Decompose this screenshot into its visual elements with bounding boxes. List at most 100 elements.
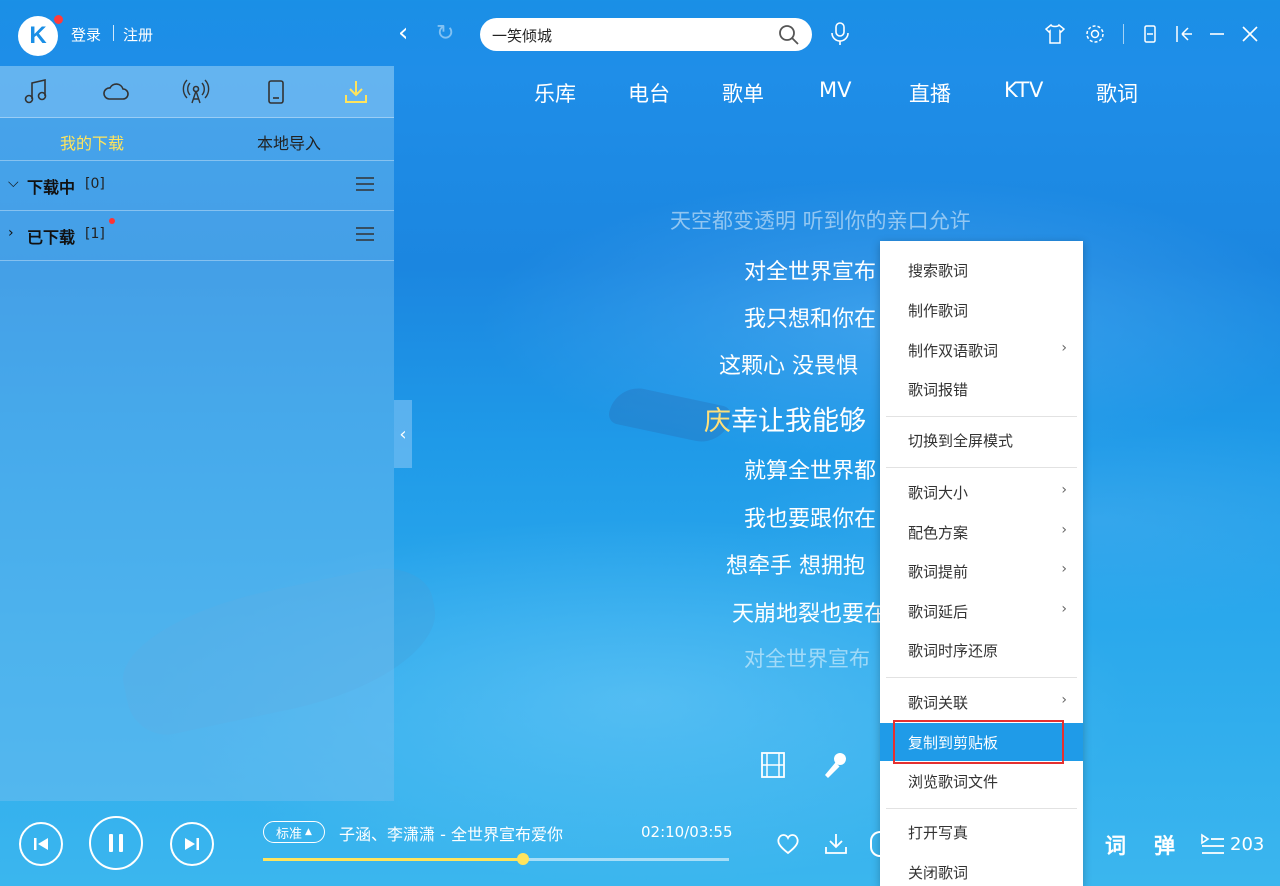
menu-item-make-lyrics[interactable]: 制作歌词	[880, 291, 1083, 329]
close-icon[interactable]	[1238, 22, 1262, 46]
radio-icon[interactable]	[181, 77, 211, 107]
next-icon	[185, 838, 199, 850]
nav-radio[interactable]: 电台	[628, 78, 670, 108]
sub-tabs: 我的下载 本地导入	[0, 118, 394, 161]
progress-knob[interactable]	[516, 853, 529, 865]
menu-item-report-error[interactable]: 歌词报错	[880, 370, 1083, 408]
playlist-count: 203	[1230, 834, 1265, 855]
menu-separator	[886, 467, 1077, 468]
lyric-line: 这颗心 没畏惧	[719, 354, 858, 379]
minimize-icon[interactable]	[1205, 22, 1229, 46]
nav-live[interactable]: 直播	[909, 78, 951, 108]
film-icon[interactable]	[759, 750, 787, 780]
group-name: 已下载	[27, 228, 76, 247]
nav-mv[interactable]: MV	[819, 78, 851, 102]
track-title[interactable]: 子涵、李潇潇 - 全世界宣布爱你	[339, 821, 579, 845]
track-time: 02:10/03:55	[641, 823, 733, 841]
heart-icon[interactable]	[775, 831, 801, 857]
refresh-icon[interactable]: ↻	[436, 21, 460, 47]
group-count: [1]	[85, 226, 105, 242]
caret-up-icon: ▲	[305, 827, 312, 837]
nav-playlists[interactable]: 歌单	[722, 78, 764, 108]
tab-local-import[interactable]: 本地导入	[257, 130, 321, 154]
search-input[interactable]	[492, 24, 762, 46]
pause-icon	[109, 834, 123, 852]
nav-ktv[interactable]: KTV	[1004, 78, 1043, 102]
cloud-icon[interactable]	[101, 77, 131, 107]
lyric-line: 想牵手 想拥抱	[726, 554, 865, 579]
menu-item-lyric-size[interactable]: 歌词大小 ›	[880, 473, 1083, 511]
divider	[1123, 24, 1124, 44]
danmaku-button[interactable]: 弹	[1154, 830, 1175, 860]
mini-mode-icon[interactable]	[1138, 22, 1162, 46]
progress-bar[interactable]	[263, 853, 729, 865]
menu-item-lyric-delay[interactable]: 歌词延后 ›	[880, 592, 1083, 630]
menu-item-lyric-advance[interactable]: 歌词提前 ›	[880, 552, 1083, 590]
menu-item-link-lyrics[interactable]: 歌词关联 ›	[880, 683, 1083, 721]
notification-dot	[54, 15, 63, 24]
lyric-line: 我也要跟你在	[744, 507, 877, 532]
main-nav: 乐库 电台 歌单 MV 直播 KTV 歌词	[534, 78, 1154, 108]
menu-item-fullscreen[interactable]: 切换到全屏模式	[880, 421, 1083, 459]
menu-item-browse-lyric-file[interactable]: 浏览歌词文件	[880, 762, 1083, 800]
pause-button[interactable]	[89, 816, 143, 870]
desktop-lyrics-button[interactable]: 词	[1105, 830, 1126, 860]
chevron-right-icon: ›	[1061, 522, 1067, 538]
context-menu: 搜索歌词 制作歌词 制作双语歌词 › 歌词报错 切换到全屏模式 歌词大小 › 配色方…	[880, 241, 1083, 886]
menu-separator	[886, 677, 1077, 678]
register-link[interactable]: 注册	[123, 24, 153, 45]
chevron-right-icon: ›	[1061, 561, 1067, 577]
chevron-right-icon: ›	[8, 225, 14, 241]
chevron-right-icon: ›	[1061, 482, 1067, 498]
menu-item-reset-timing[interactable]: 歌词时序还原	[880, 631, 1083, 669]
quality-selector[interactable]: 标准 ▲	[263, 821, 325, 843]
previous-icon	[34, 838, 48, 850]
tab-my-downloads[interactable]: 我的下载	[60, 130, 124, 154]
player-bar: 标准 ▲ 子涵、李潇潇 - 全世界宣布爱你 02:10/03:55 词 弹 203	[0, 801, 1280, 886]
back-icon[interactable]: ‹	[398, 20, 422, 48]
login-link[interactable]: 登录	[71, 24, 101, 45]
group-downloading[interactable]: ⌵ 下载中 [0]	[0, 161, 394, 211]
menu-icon[interactable]	[356, 177, 374, 191]
playlist-icon[interactable]	[1200, 832, 1226, 856]
menu-item-color-scheme[interactable]: 配色方案 ›	[880, 513, 1083, 551]
voice-search-icon[interactable]	[828, 21, 852, 47]
gear-icon[interactable]	[1083, 22, 1107, 46]
top-bar: K 登录 注册 ‹ ↻	[0, 0, 1280, 66]
left-tabs	[0, 66, 394, 118]
progress-fill	[263, 858, 523, 861]
search-box	[480, 18, 812, 51]
lyric-unsung-part: 幸让我能够	[731, 406, 866, 437]
quality-label: 标准	[276, 826, 303, 842]
sidebar-toggle-icon[interactable]	[1172, 22, 1196, 46]
previous-track-button[interactable]	[19, 822, 63, 866]
download-icon[interactable]	[823, 831, 849, 857]
microphone-icon[interactable]	[822, 750, 850, 780]
menu-item-bilingual-lyrics[interactable]: 制作双语歌词 ›	[880, 331, 1083, 369]
lyric-line: 就算全世界都	[744, 459, 877, 484]
group-downloaded[interactable]: › 已下载 [1]	[0, 211, 394, 261]
menu-item-search-lyrics[interactable]: 搜索歌词	[880, 251, 1083, 289]
phone-icon[interactable]	[261, 77, 291, 107]
nav-library[interactable]: 乐库	[534, 78, 576, 108]
more-icon[interactable]	[870, 831, 880, 857]
chevron-down-icon: ⌵	[8, 175, 19, 191]
highlight-annotation-box	[893, 720, 1064, 764]
nav-lyrics[interactable]: 歌词	[1096, 78, 1138, 108]
next-track-button[interactable]	[170, 822, 214, 866]
chevron-right-icon: ›	[1061, 601, 1067, 617]
menu-separator	[886, 416, 1077, 417]
menu-icon[interactable]	[356, 227, 374, 241]
lyric-line: 对全世界宣布	[744, 647, 870, 671]
download-icon[interactable]	[341, 77, 371, 107]
app-logo[interactable]: K	[18, 16, 58, 56]
left-panel: 我的下载 本地导入 ⌵ 下载中 [0] › 已下载 [1]	[0, 66, 394, 801]
music-note-icon[interactable]	[21, 77, 51, 107]
current-lyric-line: 庆幸让我能够	[704, 399, 866, 438]
collapse-panel-handle[interactable]: ‹	[394, 400, 412, 468]
new-item-dot	[109, 218, 115, 224]
skin-icon[interactable]	[1043, 22, 1067, 46]
divider	[113, 25, 114, 41]
lyric-line: 天崩地裂也要在	[732, 602, 887, 627]
search-icon[interactable]	[778, 24, 800, 46]
